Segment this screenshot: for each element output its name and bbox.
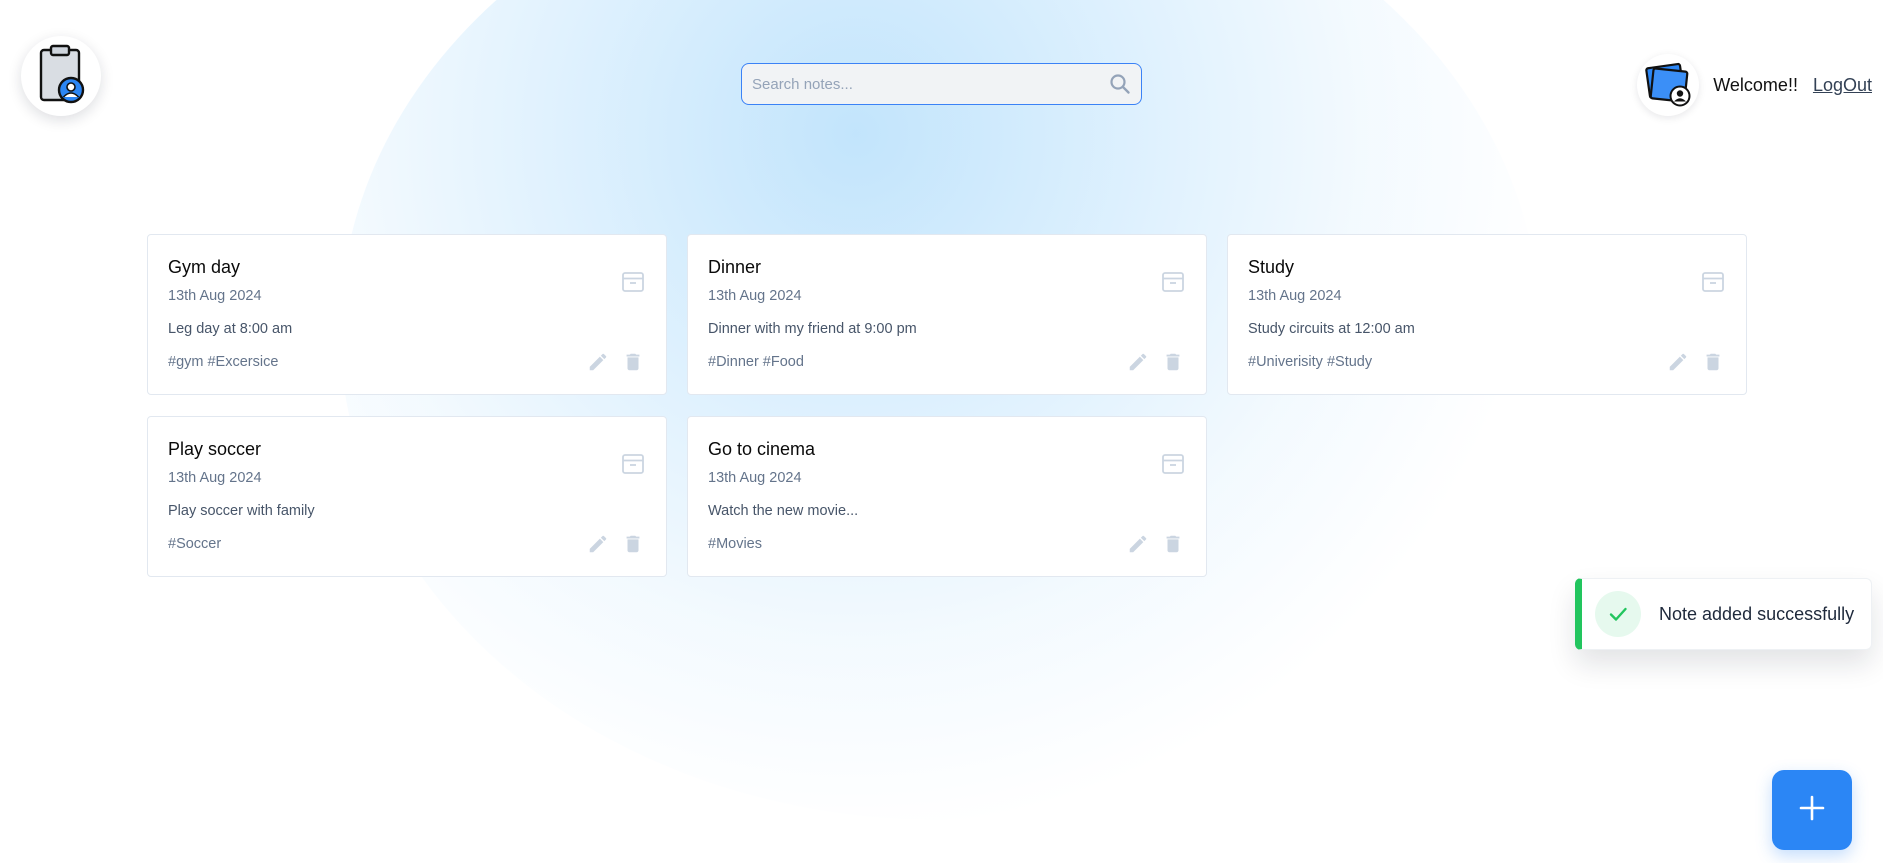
note-title: Go to cinema: [708, 439, 816, 459]
note-tags: #Movies: [708, 536, 762, 552]
note-card[interactable]: Go to cinema 13th Aug 2024 Watch the new…: [687, 416, 1207, 577]
note-content: Study circuits at 12:00 am: [1248, 321, 1415, 337]
note-actions: [587, 351, 644, 373]
note-content: Dinner with my friend at 9:00 pm: [708, 321, 917, 337]
search-input[interactable]: [742, 64, 1103, 104]
user-area: Welcome!! LogOut: [1637, 54, 1872, 116]
archive-icon[interactable]: [1700, 269, 1726, 295]
note-date: 13th Aug 2024: [708, 288, 802, 304]
archive-icon[interactable]: [1160, 269, 1186, 295]
note-date: 13th Aug 2024: [1248, 288, 1342, 304]
toast-message: Note added successfully: [1659, 603, 1855, 624]
avatar[interactable]: [1637, 54, 1700, 116]
note-title: Dinner: [708, 257, 762, 277]
note-tags: #gym #Excersice: [168, 354, 279, 370]
archive-icon[interactable]: [1160, 451, 1186, 477]
user-notes-avatar-icon: [1643, 58, 1693, 113]
note-tags: #Dinner #Food: [708, 354, 804, 370]
note-date: 13th Aug 2024: [708, 470, 802, 486]
note-content: Leg day at 8:00 am: [168, 321, 293, 337]
note-content: Watch the new movie...: [708, 503, 859, 519]
note-card[interactable]: Play soccer 13th Aug 2024 Play soccer wi…: [147, 416, 667, 577]
note-card[interactable]: Dinner 13th Aug 2024 Dinner with my frie…: [687, 234, 1207, 395]
note-actions: [1127, 351, 1184, 373]
note-actions: [1667, 351, 1724, 373]
note-date: 13th Aug 2024: [168, 288, 262, 304]
note-actions: [587, 533, 644, 555]
note-title: Play soccer: [168, 439, 262, 459]
edit-icon[interactable]: [587, 351, 609, 373]
note-actions: [1127, 533, 1184, 555]
welcome-text: Welcome!!: [1713, 74, 1798, 95]
logout-link[interactable]: LogOut: [1813, 75, 1872, 96]
add-note-button[interactable]: [1772, 770, 1852, 850]
archive-icon[interactable]: [620, 269, 646, 295]
note-content: Play soccer with family: [168, 503, 315, 519]
note-card[interactable]: Gym day 13th Aug 2024 Leg day at 8:00 am…: [147, 234, 667, 395]
delete-icon[interactable]: [622, 533, 644, 555]
plus-icon: [1797, 793, 1827, 828]
edit-icon[interactable]: [1667, 351, 1689, 373]
note-title: Study: [1248, 257, 1295, 277]
check-icon: [1595, 591, 1641, 637]
archive-icon[interactable]: [620, 451, 646, 477]
search-bar: [741, 63, 1142, 105]
notes-grid: Gym day 13th Aug 2024 Leg day at 8:00 am…: [147, 234, 1747, 577]
note-card[interactable]: Study 13th Aug 2024 Study circuits at 12…: [1227, 234, 1747, 395]
search-icon[interactable]: [1103, 67, 1137, 101]
edit-icon[interactable]: [587, 533, 609, 555]
note-tags: #Univerisity #Study: [1248, 354, 1373, 370]
edit-icon[interactable]: [1127, 533, 1149, 555]
delete-icon[interactable]: [1162, 351, 1184, 373]
note-title: Gym day: [168, 257, 241, 277]
toast-notification[interactable]: Note added successfully: [1575, 578, 1872, 650]
clipboard-user-icon: [33, 42, 89, 111]
edit-icon[interactable]: [1127, 351, 1149, 373]
note-date: 13th Aug 2024: [168, 470, 262, 486]
delete-icon[interactable]: [1162, 533, 1184, 555]
delete-icon[interactable]: [622, 351, 644, 373]
app-logo[interactable]: [21, 36, 101, 116]
note-tags: #Soccer: [168, 536, 222, 552]
delete-icon[interactable]: [1702, 351, 1724, 373]
